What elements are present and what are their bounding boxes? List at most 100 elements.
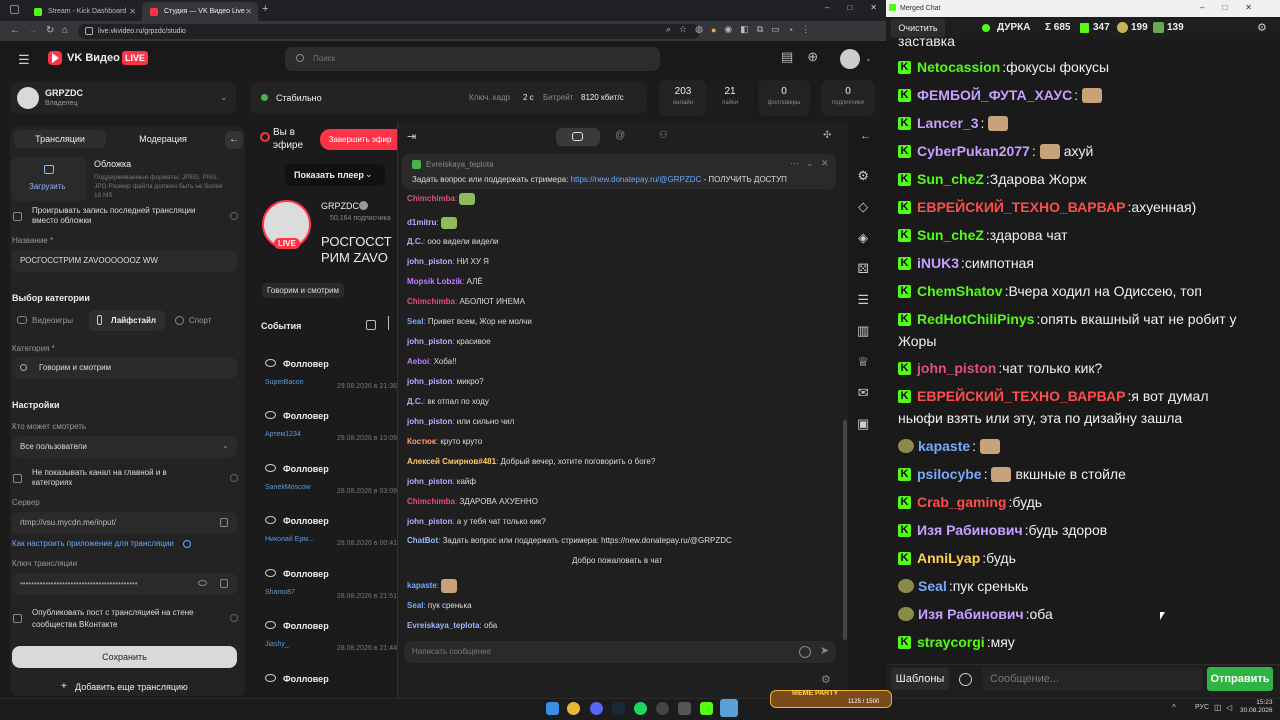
pin-icon[interactable]: ✣ (823, 130, 831, 141)
stream-name-input[interactable]: РОСГОССТРИМ ZAVOOOOOOZ WW (12, 250, 237, 272)
chat-username[interactable]: Seal (407, 317, 423, 326)
merged-username[interactable]: CyberPukan2077 (917, 143, 1030, 159)
site-info-icon[interactable] (85, 27, 93, 35)
chat-username[interactable]: john_piston (407, 417, 452, 426)
tab-broadcasts[interactable]: Трансляции (14, 130, 106, 148)
chevron-down-icon[interactable]: ⌄ (865, 54, 872, 63)
reload-icon[interactable]: ↻ (46, 21, 54, 41)
chat-username[interactable]: Evreiskaya_teplota (407, 621, 480, 630)
merged-username[interactable]: Sun_cheZ (917, 227, 984, 243)
volume-icon[interactable]: ◁ (1226, 703, 1232, 712)
merged-username[interactable]: iNUK3 (917, 255, 959, 271)
merged-username[interactable]: AnniLyap (917, 550, 980, 566)
list-icon[interactable]: ☰ (857, 292, 869, 308)
emoji-icon[interactable] (799, 646, 811, 658)
chat-settings-icon[interactable]: ⚙ (821, 673, 831, 686)
tab-search-icon[interactable] (10, 5, 19, 14)
chat-username[interactable]: john_piston (407, 377, 452, 386)
category-tab-games[interactable]: Видеоигры (32, 316, 73, 325)
chat-username[interactable]: john_piston (407, 477, 452, 486)
vk-video-logo-icon[interactable] (48, 51, 62, 65)
tray-arrow-icon[interactable]: ^ (1172, 703, 1176, 712)
chat-username[interactable]: ChatBot (407, 536, 438, 545)
more-icon[interactable]: ⋯ (790, 158, 799, 169)
chat-username[interactable]: Seal (407, 601, 423, 610)
chrome-icon[interactable] (567, 702, 580, 715)
profile-icon[interactable]: ◔ (788, 25, 793, 35)
settings-gear-icon[interactable]: ⚙ (1257, 21, 1267, 34)
url-field[interactable]: live.vkvideo.ru/grpzdc/studio (78, 24, 700, 39)
play-last-checkbox[interactable] (13, 212, 22, 221)
sidebar-icon[interactable]: ▭ (771, 24, 780, 35)
settings-gear-icon[interactable]: ⚙ (857, 168, 869, 184)
merged-username[interactable]: ChemShatov (917, 283, 1003, 299)
merged-username[interactable]: Sun_cheZ (917, 171, 984, 187)
chevron-down-icon[interactable]: ⌄ (220, 92, 228, 103)
merged-username[interactable]: straycorgi (917, 634, 985, 650)
extension-icon[interactable]: ◍ (695, 24, 703, 35)
close-tab-icon[interactable]: ✕ (245, 7, 252, 16)
mention-icon[interactable]: @ (615, 130, 625, 141)
chat-username[interactable]: kapaste (407, 581, 437, 590)
video-icon[interactable]: ▣ (857, 416, 869, 432)
help-icon[interactable] (183, 540, 191, 548)
browser-tab-vk[interactable]: Студия — VK Видео Live ✕ (142, 2, 258, 21)
merged-username[interactable]: psilocybe (917, 466, 982, 482)
channel-selector[interactable] (10, 82, 236, 114)
merged-username[interactable]: Lancer_3 (917, 115, 978, 131)
close-icon[interactable]: ✕ (821, 158, 829, 169)
active-app-icon[interactable] (720, 699, 738, 717)
upload-cover-button[interactable] (11, 157, 87, 201)
app-icon[interactable] (678, 702, 691, 715)
discord-icon[interactable] (590, 702, 603, 715)
copy-icon[interactable] (220, 579, 228, 588)
minimize-button[interactable]: – (1200, 3, 1204, 12)
merged-username[interactable]: kapaste (918, 438, 970, 454)
minimize-button[interactable]: – (825, 3, 829, 12)
copy-icon[interactable] (220, 518, 228, 527)
add-icon[interactable]: ⊕ (807, 49, 818, 65)
collapse-panel-icon[interactable]: ← (225, 131, 243, 149)
hamburger-icon[interactable]: ☰ (18, 52, 30, 68)
close-window-button[interactable]: ✕ (870, 3, 877, 12)
merged-username[interactable]: Crab_gaming (917, 494, 1006, 510)
merged-username[interactable]: ЕВРЕЙСКИЙ_ТЕХНО_ВАРВАР (917, 388, 1126, 404)
vk-chat-input[interactable]: Написать сообщение (404, 641, 836, 663)
info-icon[interactable] (230, 614, 238, 622)
info-icon[interactable] (230, 212, 238, 220)
close-tab-icon[interactable]: ✕ (129, 7, 136, 16)
home-icon[interactable]: ⌂ (62, 21, 68, 41)
chat-username[interactable]: Д.С. (407, 397, 423, 406)
maximize-button[interactable]: □ (1222, 3, 1227, 12)
stats-icon[interactable]: ▥ (857, 323, 869, 339)
add-stream-button[interactable]: Добавить еще трансляцию (75, 682, 188, 692)
forward-icon[interactable]: → (28, 21, 38, 41)
chat-username[interactable]: Д.С. (407, 237, 423, 246)
chevron-down-icon[interactable]: ⌄ (222, 441, 229, 450)
diamond-icon[interactable]: ◇ (858, 199, 868, 215)
events-settings-icon[interactable] (388, 316, 397, 330)
merged-username[interactable]: Netocassion (917, 59, 1000, 75)
clock[interactable]: 15:23 30.08.2026 (1240, 699, 1273, 715)
end-stream-button[interactable]: Завершить эфир (320, 129, 400, 150)
send-button[interactable]: Отправить (1207, 667, 1273, 691)
open-external-icon[interactable] (366, 320, 376, 330)
merged-username[interactable]: Изя Рабинович (917, 522, 1023, 538)
gem-icon[interactable]: ◈ (858, 230, 868, 246)
network-icon[interactable]: ◫ (1214, 703, 1222, 712)
pinned-user[interactable]: Evreiskaya_teplota (426, 160, 494, 169)
chat-username[interactable]: john_piston (407, 337, 452, 346)
pinned-link[interactable]: https://new.donatepay.ru/@GRPZDC (571, 175, 702, 184)
extension-icon[interactable]: ◧ (740, 24, 749, 35)
category-tab-lifestyle[interactable]: Лайфстайл (111, 316, 156, 325)
windows-start-icon[interactable] (546, 702, 559, 715)
spotify-icon[interactable] (634, 702, 647, 715)
merged-username[interactable]: Изя Рабинович (918, 606, 1024, 622)
chat-username[interactable]: Chimchimba (407, 297, 455, 306)
chat-username[interactable]: Костюк (407, 437, 436, 446)
collapse-icon[interactable]: ⌄ (806, 158, 814, 169)
category-tab-sport[interactable]: Спорт (189, 316, 212, 325)
hide-channel-checkbox[interactable] (13, 474, 22, 483)
merged-username[interactable]: Seal (918, 578, 947, 594)
extensions-puzzle-icon[interactable]: ⧉ (757, 24, 763, 35)
